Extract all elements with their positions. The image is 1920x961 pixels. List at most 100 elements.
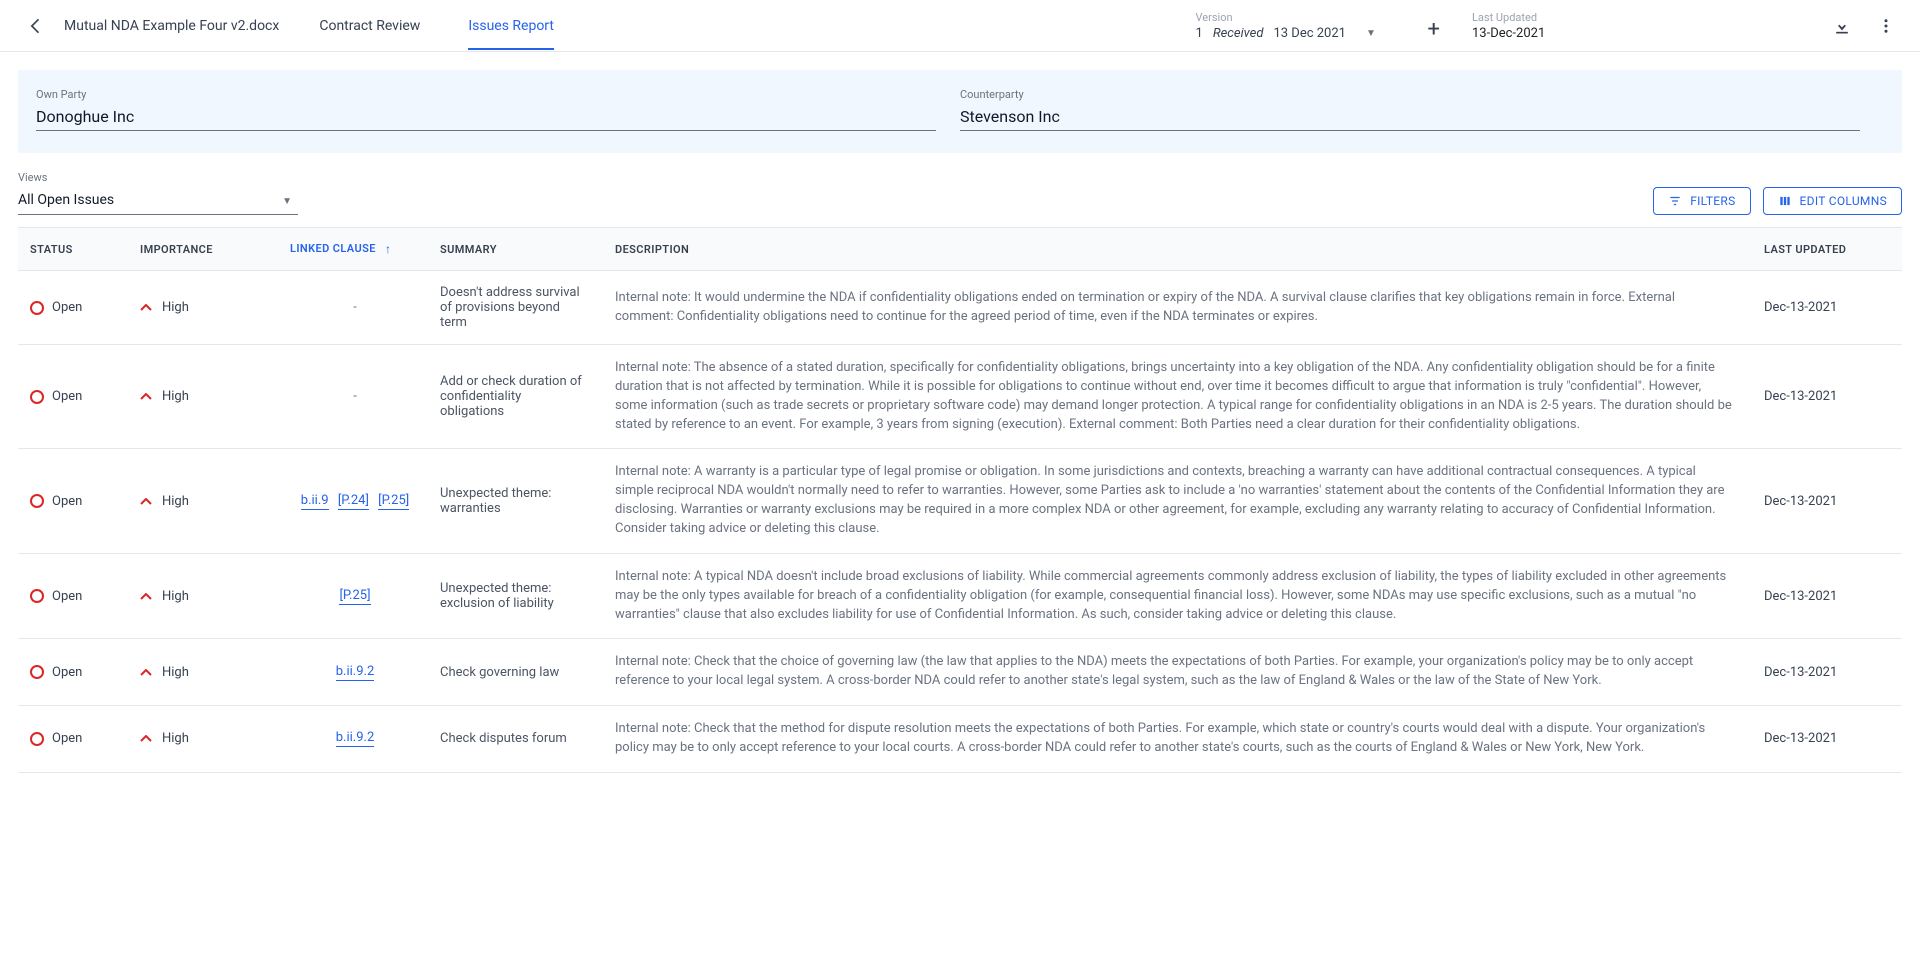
filters-label: FILTERS (1690, 194, 1735, 208)
summary-cell: Check governing law (428, 639, 603, 706)
importance-text: High (162, 665, 189, 680)
more-icon[interactable] (1876, 16, 1896, 36)
importance-text: High (162, 731, 189, 746)
clause-link[interactable]: [P.25] (339, 588, 370, 605)
col-summary[interactable]: SUMMARY (428, 228, 603, 271)
status-text: Open (52, 665, 82, 680)
chevron-down-icon: ▼ (1366, 28, 1376, 39)
linked-clause-empty: - (353, 389, 357, 404)
importance-cell: High (140, 300, 270, 315)
updated-cell: Dec-13-2021 (1752, 271, 1902, 345)
description-cell: Internal note: Check that the method for… (603, 706, 1752, 773)
version-number: 1 (1196, 26, 1203, 41)
importance-cell: High (140, 665, 270, 680)
col-status[interactable]: STATUS (18, 228, 128, 271)
last-updated-value: 13-Dec-2021 (1472, 26, 1612, 41)
clause-link[interactable]: b.ii.9.2 (336, 730, 375, 747)
description-cell: Internal note: Check that the choice of … (603, 639, 1752, 706)
updated-cell: Dec-13-2021 (1752, 345, 1902, 449)
linked-clause-empty: - (353, 300, 357, 315)
views-label: Views (18, 171, 298, 184)
updated-cell: Dec-13-2021 (1752, 639, 1902, 706)
updated-cell: Dec-13-2021 (1752, 706, 1902, 773)
col-last-updated[interactable]: LAST UPDATED (1752, 228, 1902, 271)
back-arrow-icon[interactable] (24, 14, 48, 38)
status-open-icon (30, 301, 44, 315)
table-row[interactable]: Open High b.ii.9 [P.24] [P.25] Unexpected t… (18, 449, 1902, 553)
own-party-value[interactable]: Donoghue Inc (36, 107, 936, 131)
importance-cell: High (140, 494, 270, 509)
importance-high-icon (140, 393, 152, 400)
importance-high-icon (140, 669, 152, 676)
status-cell: Open (30, 665, 120, 680)
version-date: 13 Dec 2021 (1273, 26, 1346, 41)
summary-cell: Unexpected theme: exclusion of liability (428, 553, 603, 639)
status-open-icon (30, 589, 44, 603)
status-text: Open (52, 389, 82, 404)
col-importance[interactable]: IMPORTANCE (128, 228, 278, 271)
table-row[interactable]: Open High - Doesn't address survival of pro… (18, 271, 1902, 345)
status-cell: Open (30, 389, 120, 404)
tab-contract-review[interactable]: Contract Review (319, 2, 420, 50)
download-icon[interactable] (1832, 16, 1852, 36)
issues-table: STATUS IMPORTANCE LINKED CLAUSE ↑ SUMMAR… (18, 227, 1902, 773)
status-text: Open (52, 731, 82, 746)
importance-high-icon (140, 498, 152, 505)
version-status: Received (1213, 26, 1264, 41)
col-description[interactable]: DESCRIPTION (603, 228, 1752, 271)
importance-cell: High (140, 731, 270, 746)
document-title: Mutual NDA Example Four v2.docx (64, 18, 279, 34)
status-text: Open (52, 494, 82, 509)
version-block: Version 1 Received 13 Dec 2021 ▼ (1196, 11, 1396, 41)
importance-cell: High (140, 589, 270, 604)
status-cell: Open (30, 494, 120, 509)
filters-button[interactable]: FILTERS (1653, 187, 1750, 215)
edit-columns-button[interactable]: EDIT COLUMNS (1763, 187, 1902, 215)
status-cell: Open (30, 589, 120, 604)
status-open-icon (30, 494, 44, 508)
parties-panel: Own Party Donoghue Inc Counterparty Stev… (18, 70, 1902, 153)
col-linked-clause[interactable]: LINKED CLAUSE ↑ (278, 228, 428, 271)
add-version-button[interactable]: + (1428, 17, 1440, 42)
updated-cell: Dec-13-2021 (1752, 449, 1902, 553)
counterparty-label: Counterparty (960, 88, 1860, 101)
views-selector[interactable]: Views All Open Issues ▼ (18, 171, 298, 215)
version-selector[interactable]: 1 Received 13 Dec 2021 ▼ (1196, 26, 1396, 41)
topbar: Mutual NDA Example Four v2.docx Contract… (0, 0, 1920, 52)
summary-cell: Check disputes forum (428, 706, 603, 773)
status-open-icon (30, 732, 44, 746)
summary-cell: Unexpected theme: warranties (428, 449, 603, 553)
importance-text: High (162, 300, 189, 315)
importance-text: High (162, 589, 189, 604)
table-row[interactable]: Open High b.ii.9.2 Check disputes forumInte… (18, 706, 1902, 773)
tab-issues-report[interactable]: Issues Report (468, 2, 554, 50)
clause-link[interactable]: [P.25] (378, 493, 409, 510)
clause-link[interactable]: [P.24] (338, 493, 369, 510)
status-text: Open (52, 589, 82, 604)
summary-cell: Doesn't address survival of provisions b… (428, 271, 603, 345)
importance-cell: High (140, 389, 270, 404)
status-open-icon (30, 390, 44, 404)
table-row[interactable]: Open High [P.25] Unexpected theme: exclusio… (18, 553, 1902, 639)
status-cell: Open (30, 731, 120, 746)
importance-text: High (162, 389, 189, 404)
importance-high-icon (140, 735, 152, 742)
status-cell: Open (30, 300, 120, 315)
status-open-icon (30, 665, 44, 679)
last-updated-block: Last Updated 13-Dec-2021 (1472, 11, 1612, 41)
table-row[interactable]: Open High - Add or check duration of confid… (18, 345, 1902, 449)
tab-nav: Contract Review Issues Report (319, 2, 554, 50)
description-cell: Internal note: A warranty is a particula… (603, 449, 1752, 553)
last-updated-label: Last Updated (1472, 11, 1612, 24)
summary-cell: Add or check duration of confidentiality… (428, 345, 603, 449)
importance-high-icon (140, 304, 152, 311)
clause-link[interactable]: b.ii.9.2 (336, 664, 375, 681)
status-text: Open (52, 300, 82, 315)
col-linked-clause-label: LINKED CLAUSE (290, 242, 376, 255)
updated-cell: Dec-13-2021 (1752, 553, 1902, 639)
importance-high-icon (140, 593, 152, 600)
edit-columns-label: EDIT COLUMNS (1800, 194, 1887, 208)
counterparty-value[interactable]: Stevenson Inc (960, 107, 1860, 131)
table-row[interactable]: Open High b.ii.9.2 Check governing lawInter… (18, 639, 1902, 706)
clause-link[interactable]: b.ii.9 (301, 493, 329, 510)
